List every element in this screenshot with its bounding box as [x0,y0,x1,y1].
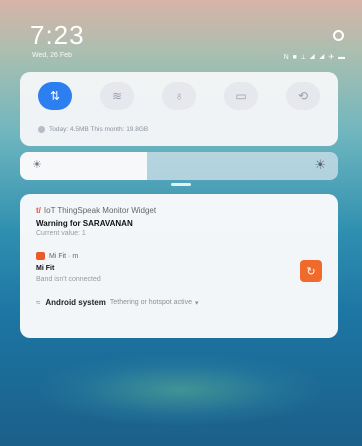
settings-gear-icon[interactable] [333,30,344,41]
tile-screen[interactable]: ▭ [224,82,258,110]
iot-app-header: t/IoT ThingSpeak Monitor Widget [36,206,156,215]
mifit-notification-text: Band isn't connected [36,276,101,283]
date: Wed, 26 Feb [32,52,72,59]
iot-notification-text: Current value: 1 [36,230,86,237]
expand-chevron-icon[interactable]: ▾ [195,299,199,307]
tile-flashlight[interactable]: ♁ [162,82,196,110]
status-icons: N ■ ⟂ ◢ ◢ ✈ ▬ [283,54,346,61]
tile-data[interactable]: ⇅ [38,82,72,110]
iot-app-name: IoT ThingSpeak Monitor Widget [43,206,157,215]
clock: 7:23 [30,20,85,50]
status-bar: 7:23 Wed, 26 Feb N ■ ⟂ ◢ ◢ ✈ ▬ [0,0,362,64]
notification-card[interactable]: t/IoT ThingSpeak Monitor Widget Warning … [20,194,338,338]
data-usage-text: Today: 4.5MB This month: 19.8GB [49,126,149,134]
flashlight-icon: ♁ [174,89,184,103]
tile-wifi[interactable]: ≋ [100,82,134,110]
android-system-notification[interactable]: ≈ Android system Tethering or hotspot ac… [36,298,198,307]
drag-handle[interactable] [171,183,191,186]
data-usage: Today: 4.5MB This month: 19.8GB [38,126,148,133]
screen-icon: ▭ [235,89,247,103]
mifit-app-header: Mi Fit · m [36,252,78,260]
brightness-low-icon: ☀ [32,159,42,171]
quick-settings-panel: ⇅ ≋ ♁ ▭ ⟲ Today: 4.5MB This month: 19.8GB [20,72,338,146]
data-usage-icon [38,126,45,133]
rotate-icon: ⟲ [297,89,309,103]
iot-notification-title: Warning for SARAVANAN [36,219,133,228]
mifit-notification-title: Mi Fit [36,265,55,272]
android-system-text: Tethering or hotspot active [109,299,192,306]
mifit-reconnect-button[interactable]: ↻ [300,260,322,282]
wifi-icon: ≋ [111,89,123,103]
mifit-app-name: Mi Fit · m [49,252,79,260]
iot-app-icon: t/ [36,206,41,215]
brightness-high-icon: ☀ [314,157,326,172]
hotspot-icon: ≈ [36,298,41,307]
mifit-logo-icon [36,252,45,260]
wallpaper-glow [40,355,320,425]
android-system-label: Android system [45,298,106,307]
tile-rotate[interactable]: ⟲ [286,82,320,110]
brightness-slider[interactable]: ☀ ☀ [20,152,338,180]
data-icon: ⇅ [49,89,61,103]
